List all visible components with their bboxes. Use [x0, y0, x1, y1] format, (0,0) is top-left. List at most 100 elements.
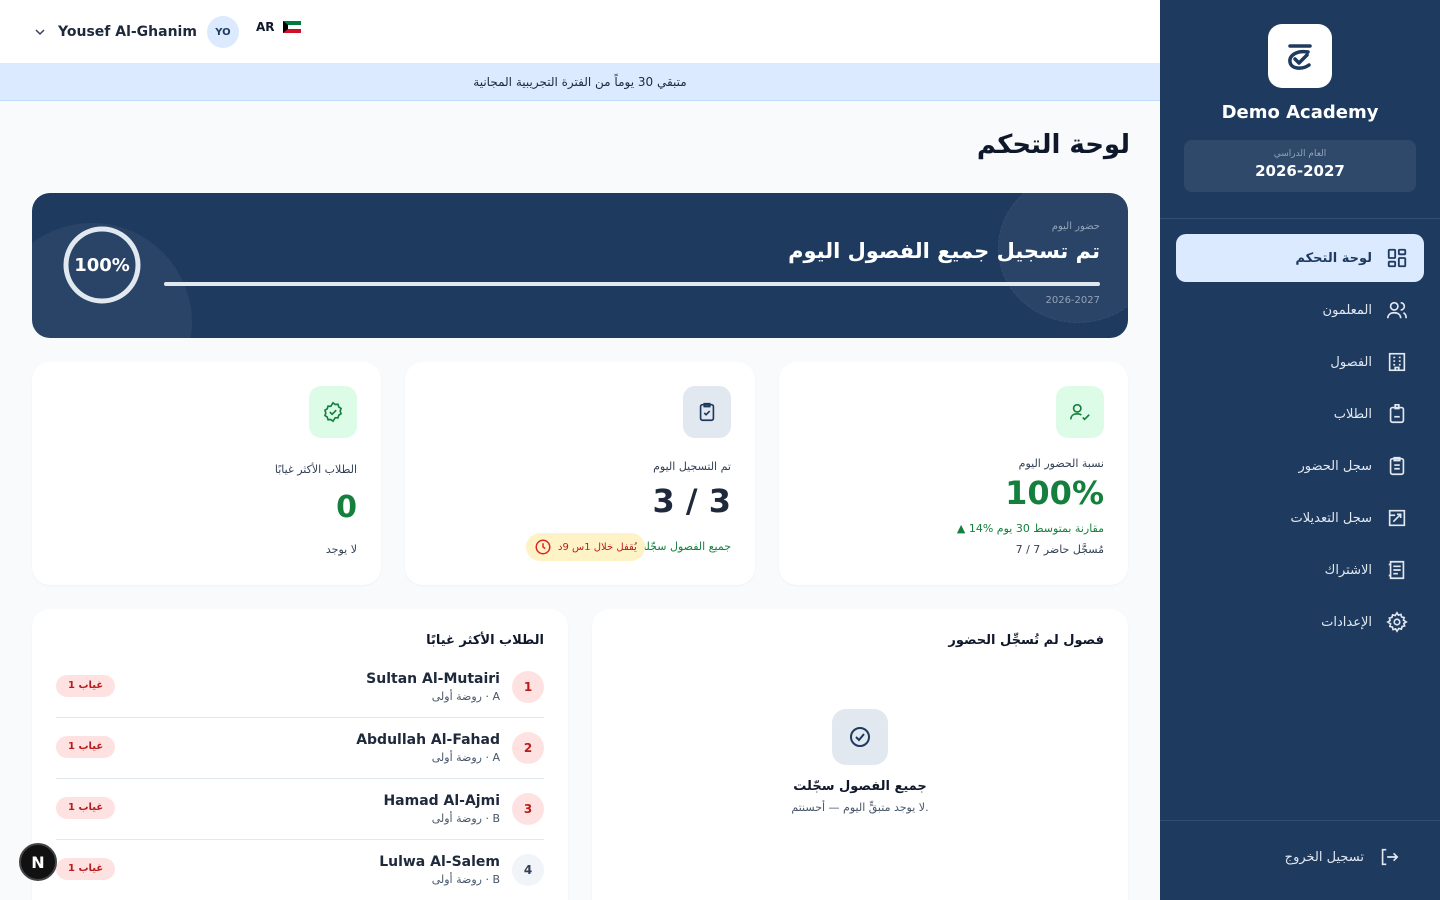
panel-title: الطلاب الأكثر غيابًا — [426, 633, 544, 648]
avatar: YO — [206, 16, 239, 48]
sidebar-item-label: الفصول — [1330, 354, 1372, 370]
absence-badge: 1 غياب — [56, 797, 116, 819]
chevron-down-icon — [35, 29, 45, 36]
unrecorded-classes-panel: فصول لم تُسجِّل الحضور جميع الفصول سجّلت… — [592, 609, 1128, 900]
trial-banner: متبقي 30 يوماً من الفترة التجريبية المجا… — [0, 64, 1160, 101]
list-item[interactable]: 3 Hamad Al-Ajmi روضة أولى · B 1 غياب — [56, 779, 544, 840]
sidebar-item-teachers[interactable]: المعلمون — [1176, 286, 1424, 334]
absence-badge: 1 غياب — [56, 675, 116, 697]
today-attendance-hero: 100% حضور اليوم تم تسجيل جميع الفصول الي… — [32, 193, 1128, 338]
app-logo[interactable] — [1268, 24, 1332, 88]
rank-badge: 4 — [512, 854, 544, 886]
top-absent-panel: الطلاب الأكثر غيابًا 1 Sultan Al-Mutairi… — [32, 609, 568, 900]
sidebar-item-classes[interactable]: الفصول — [1176, 338, 1424, 386]
absence-badge: 1 غياب — [56, 858, 116, 880]
student-class: روضة أولى · B — [431, 812, 500, 825]
stat-icon-box — [1056, 386, 1104, 438]
language-switcher[interactable]: AR — [256, 20, 301, 34]
list-item[interactable]: 1 Sultan Al-Mutairi روضة أولى · A 1 غياب — [56, 657, 544, 718]
sidebar-item-label: سجل التعديلات — [1290, 510, 1372, 526]
attendance-rate-card: نسبة الحضور اليوم 100% ▲ 14% مقارنة بمتو… — [779, 362, 1128, 585]
stat-label: نسبة الحضور اليوم — [1018, 457, 1104, 470]
hero-progress-bar — [164, 282, 1100, 286]
clock-icon — [535, 539, 551, 555]
dev-tools-badge[interactable]: N — [19, 843, 57, 881]
user-check-icon — [1070, 403, 1090, 421]
sidebar-item-audit-log[interactable]: سجل التعديلات — [1176, 494, 1424, 542]
student-name: Sultan Al-Mutairi — [366, 671, 500, 687]
rank-badge: 1 — [512, 671, 544, 703]
sidebar-item-label: الاشتراك — [1324, 562, 1372, 578]
user-name: Yousef Al-Ghanim — [58, 24, 197, 40]
rank-badge: 2 — [512, 732, 544, 764]
org-name: Demo Academy — [1221, 102, 1379, 123]
check-circle-icon — [850, 727, 870, 747]
sidebar-item-label: المعلمون — [1322, 302, 1372, 318]
sidebar-nav: لوحة التحكم المعلمون الفصول الطلاب سجل ا… — [1176, 234, 1424, 650]
most-absent-card: الطلاب الأكثر غيابًا 0 لا يوجد — [32, 362, 381, 585]
topbar: Yousef Al-Ghanim YO AR — [0, 0, 1160, 64]
clipboard-icon — [1389, 456, 1405, 476]
sidebar-item-dashboard[interactable]: لوحة التحكم — [1176, 234, 1424, 282]
student-name: Lulwa Al-Salem — [379, 854, 500, 870]
sidebar-item-label: الإعدادات — [1321, 614, 1372, 630]
receipt-icon — [1388, 560, 1405, 580]
building-icon — [1388, 352, 1406, 372]
badge-icon — [1389, 404, 1405, 424]
stat-icon-box — [683, 386, 731, 438]
logout-icon — [1381, 848, 1399, 866]
history-icon — [1388, 509, 1406, 527]
academic-year-value: 2026-2027 — [1255, 162, 1345, 180]
sidebar-divider — [1160, 820, 1440, 821]
stat-icon-box — [309, 386, 357, 438]
hero-year: 2026-2027 — [1045, 295, 1100, 306]
sidebar-item-label: الطلاب — [1333, 406, 1372, 422]
sidebar-item-label: لوحة التحكم — [1295, 250, 1372, 266]
logout-label: تسجيل الخروج — [1284, 849, 1364, 865]
student-name: Abdullah Al-Fahad — [356, 732, 500, 748]
academic-year-selector[interactable]: العام الدراسي 2026-2027 — [1184, 140, 1416, 192]
empty-state-title: جميع الفصول سجّلت — [793, 779, 927, 794]
hero-progress-fill — [164, 282, 1100, 286]
panel-title: فصول لم تُسجِّل الحضور — [948, 633, 1104, 648]
student-class: روضة أولى · A — [431, 690, 500, 703]
hero-percent: 100% — [74, 254, 130, 276]
stat-label: الطلاب الأكثر غيابًا — [274, 463, 357, 476]
sidebar-item-subscription[interactable]: الاشتراك — [1176, 546, 1424, 594]
sidebar: Demo Academy العام الدراسي 2026-2027 لوح… — [1160, 0, 1440, 900]
stat-value: 3 / 3 — [652, 482, 732, 520]
academic-year-label: العام الدراسي — [1273, 149, 1327, 159]
empty-state-subtitle: لا يوجد متبقٍّ اليوم — أحسنتم. — [791, 801, 929, 814]
sidebar-item-settings[interactable]: الإعدادات — [1176, 598, 1424, 646]
user-menu[interactable]: Yousef Al-Ghanim YO — [32, 16, 239, 48]
stat-sub: لا يوجد — [325, 543, 357, 556]
clipboard-check-icon — [699, 402, 715, 422]
student-class: روضة أولى · A — [431, 751, 500, 764]
stat-value: 0 — [336, 490, 357, 525]
sidebar-divider — [1160, 218, 1440, 219]
page-title: لوحة التحكم — [976, 130, 1130, 160]
attendance-trend: ▲ 14% مقارنة بمتوسط 30 يوم — [957, 522, 1104, 535]
list-item[interactable]: 2 Abdullah Al-Fahad روضة أولى · A 1 غياب — [56, 718, 544, 779]
verified-badge-icon — [323, 401, 343, 423]
kuwait-flag-icon — [282, 21, 301, 33]
sidebar-item-students[interactable]: الطلاب — [1176, 390, 1424, 438]
empty-state-icon-box — [832, 709, 888, 765]
users-icon — [1387, 301, 1407, 319]
sidebar-item-attendance-log[interactable]: سجل الحضور — [1176, 442, 1424, 490]
recorded-today-card: تم التسجيل اليوم 3 / 3 جميع الفصول سجّلت… — [405, 362, 755, 585]
language-code: AR — [256, 20, 275, 34]
all-classes-recorded: جميع الفصول سجّلت — [635, 540, 731, 553]
dashboard-icon — [1387, 248, 1407, 268]
hero-heading: تم تسجيل جميع الفصول اليوم — [788, 239, 1100, 263]
lock-countdown-text: يُقفل خلال 1س 9د — [558, 541, 637, 553]
logout-button[interactable]: تسجيل الخروج — [1285, 846, 1400, 868]
stat-value: 100% — [1005, 474, 1104, 512]
logo-icon — [1288, 44, 1312, 70]
list-item[interactable]: 4 Lulwa Al-Salem روضة أولى · B 1 غياب — [56, 840, 544, 900]
present-count: 7 / 7 مُسجَّل حاضر — [1015, 543, 1104, 556]
trend-text: ▲ 14% مقارنة بمتوسط 30 يوم — [956, 522, 1104, 535]
lock-countdown-badge: يُقفل خلال 1س 9د — [526, 533, 645, 561]
sidebar-item-label: سجل الحضور — [1298, 458, 1373, 474]
gear-icon — [1386, 611, 1408, 633]
